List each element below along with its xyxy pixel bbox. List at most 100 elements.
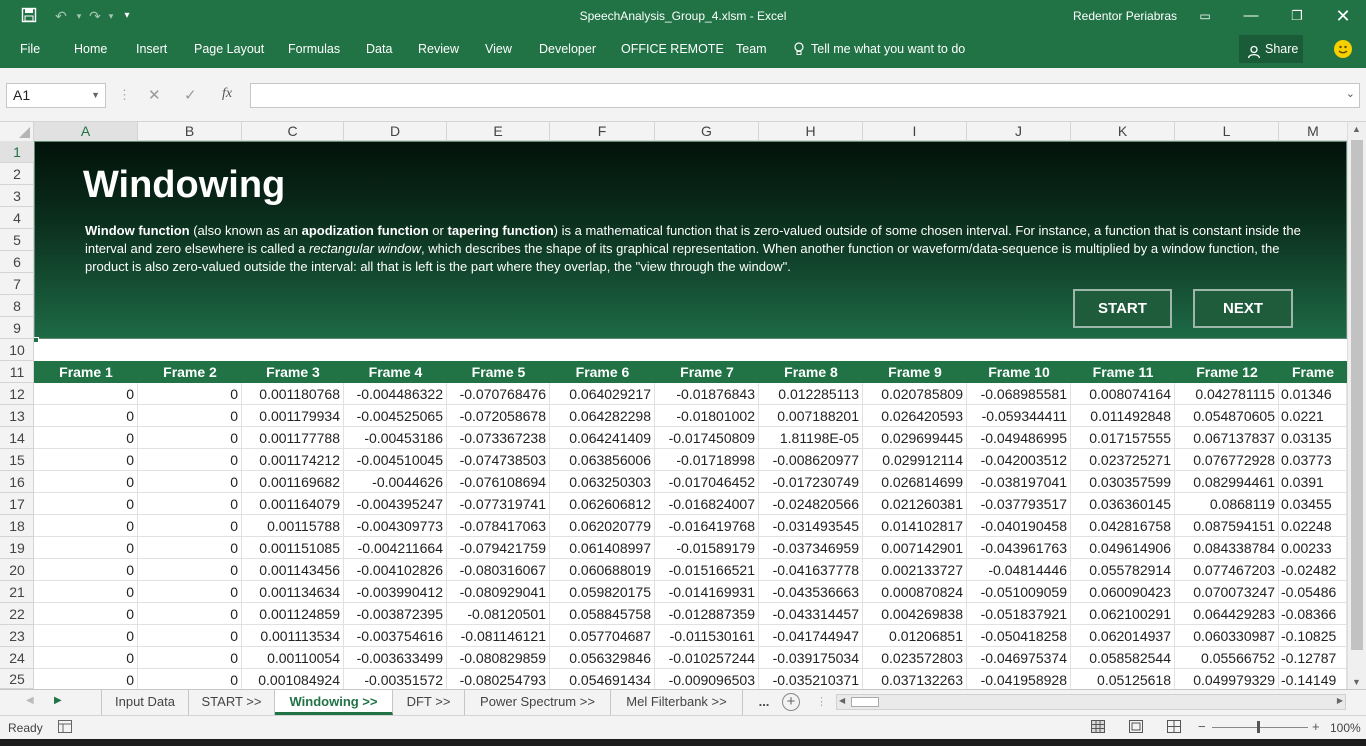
zoom-out-icon[interactable]: − <box>1198 719 1206 734</box>
table-cell[interactable]: 0 <box>138 581 242 603</box>
row-header[interactable]: 4 <box>0 207 34 229</box>
table-cell[interactable]: 0 <box>34 603 138 625</box>
ribbon-display-options-icon[interactable]: ▭ <box>1182 0 1228 32</box>
table-cell[interactable]: 0 <box>34 537 138 559</box>
cancel-icon[interactable]: ✕ <box>148 86 161 104</box>
column-header-l[interactable]: L <box>1175 122 1279 141</box>
scroll-left-icon[interactable]: ◀ <box>839 696 845 705</box>
table-cell[interactable]: 0 <box>34 405 138 427</box>
table-cell[interactable]: -0.051009059 <box>967 581 1071 603</box>
table-cell[interactable]: 0.001151085 <box>242 537 344 559</box>
table-cell[interactable]: 0.007188201 <box>759 405 863 427</box>
row-header[interactable]: 7 <box>0 273 34 295</box>
table-cell[interactable]: 0.087594151 <box>1175 515 1279 537</box>
table-cell[interactable]: -0.038197041 <box>967 471 1071 493</box>
tab-developer[interactable]: Developer <box>539 42 596 56</box>
table-cell[interactable]: -0.0044626 <box>344 471 447 493</box>
table-cell[interactable]: 0.017157555 <box>1071 427 1175 449</box>
sheet-tab-power-spectrum[interactable]: Power Spectrum >> <box>465 690 611 715</box>
zoom-in-icon[interactable]: + <box>1312 719 1320 734</box>
table-cell[interactable]: -0.039175034 <box>759 647 863 669</box>
column-header-h[interactable]: H <box>759 122 863 141</box>
table-cell[interactable]: 0.01206851 <box>863 625 967 647</box>
table-cell[interactable]: 0.042781115 <box>1175 383 1279 405</box>
table-cell[interactable]: -0.074738503 <box>447 449 550 471</box>
table-cell[interactable]: 0.05125618 <box>1071 669 1175 689</box>
tab-splitter-icon[interactable]: ⋮ <box>816 695 827 708</box>
table-cell[interactable]: 0.014102817 <box>863 515 967 537</box>
table-cell[interactable]: -0.010257244 <box>655 647 759 669</box>
add-sheet-icon[interactable]: + <box>782 693 800 711</box>
table-cell[interactable]: 0.001180768 <box>242 383 344 405</box>
horizontal-scroll-thumb[interactable] <box>851 697 879 707</box>
restore-icon[interactable]: ❐ <box>1274 0 1320 32</box>
table-cell[interactable]: 0 <box>138 559 242 581</box>
table-cell[interactable]: -0.12787 <box>1279 647 1347 669</box>
table-cell[interactable]: 0 <box>138 515 242 537</box>
macro-record-icon[interactable] <box>58 720 72 736</box>
table-cell[interactable]: 0 <box>138 427 242 449</box>
table-cell[interactable]: -0.040190458 <box>967 515 1071 537</box>
table-cell[interactable]: 0.067137837 <box>1175 427 1279 449</box>
vertical-scrollbar[interactable]: ▲ ▼ <box>1347 122 1366 689</box>
table-cell[interactable]: 0.01346 <box>1279 383 1347 405</box>
table-cell[interactable]: -0.080254793 <box>447 669 550 689</box>
more-sheets-button[interactable]: ... <box>751 690 777 715</box>
table-cell[interactable]: -0.017450809 <box>655 427 759 449</box>
table-cell[interactable]: 0.070073247 <box>1175 581 1279 603</box>
share-button[interactable]: Share <box>1239 35 1303 63</box>
table-cell[interactable]: 0 <box>34 383 138 405</box>
table-cell[interactable]: -0.079421759 <box>447 537 550 559</box>
row-header[interactable]: 6 <box>0 251 34 273</box>
name-box[interactable]: A1 ▼ <box>6 83 106 108</box>
table-cell[interactable]: 0 <box>138 647 242 669</box>
table-cell[interactable]: -0.080829859 <box>447 647 550 669</box>
table-cell[interactable]: -0.046975374 <box>967 647 1071 669</box>
table-cell[interactable]: 0.05566752 <box>1175 647 1279 669</box>
row-header[interactable]: 23 <box>0 625 34 647</box>
table-cell[interactable]: -0.024820566 <box>759 493 863 515</box>
table-cell[interactable]: -0.01589179 <box>655 537 759 559</box>
table-cell[interactable]: -0.043314457 <box>759 603 863 625</box>
column-header-e[interactable]: E <box>447 122 550 141</box>
table-cell[interactable]: 0.02248 <box>1279 515 1347 537</box>
row-header[interactable]: 8 <box>0 295 34 317</box>
table-cell[interactable]: 0.077467203 <box>1175 559 1279 581</box>
table-cell[interactable]: 0.026814699 <box>863 471 967 493</box>
table-cell[interactable]: 0.076772928 <box>1175 449 1279 471</box>
prev-sheet-icon[interactable]: ◀ <box>26 695 34 706</box>
vertical-scroll-thumb[interactable] <box>1351 140 1363 650</box>
start-button[interactable]: START <box>1073 289 1172 328</box>
row-header[interactable]: 1 <box>0 141 34 163</box>
table-cell[interactable]: 0 <box>138 537 242 559</box>
table-cell[interactable]: 0.042816758 <box>1071 515 1175 537</box>
table-cell[interactable]: 0.058582544 <box>1071 647 1175 669</box>
enter-icon[interactable]: ✓ <box>184 86 197 104</box>
frame-header-cell[interactable]: Frame 9 <box>863 361 967 383</box>
tab-data[interactable]: Data <box>366 42 392 56</box>
table-cell[interactable]: -0.073367238 <box>447 427 550 449</box>
table-cell[interactable]: 0.001084924 <box>242 669 344 689</box>
table-cell[interactable]: 0.020785809 <box>863 383 967 405</box>
table-cell[interactable]: 0 <box>34 581 138 603</box>
table-cell[interactable]: 0 <box>138 471 242 493</box>
tab-view[interactable]: View <box>485 42 512 56</box>
row-header[interactable]: 11 <box>0 361 34 383</box>
table-cell[interactable]: -0.042003512 <box>967 449 1071 471</box>
table-cell[interactable]: -0.004309773 <box>344 515 447 537</box>
table-cell[interactable]: -0.003872395 <box>344 603 447 625</box>
table-cell[interactable]: 0.060090423 <box>1071 581 1175 603</box>
sheet-tab-mel-filterbank[interactable]: Mel Filterbank >> <box>611 690 743 715</box>
table-cell[interactable]: 0.001124859 <box>242 603 344 625</box>
frame-header-cell[interactable]: Frame <box>1279 361 1347 383</box>
table-cell[interactable]: 0.00110054 <box>242 647 344 669</box>
normal-view-icon[interactable] <box>1091 720 1105 736</box>
table-cell[interactable]: -0.043536663 <box>759 581 863 603</box>
table-cell[interactable]: -0.01876843 <box>655 383 759 405</box>
table-cell[interactable]: 0 <box>34 471 138 493</box>
table-cell[interactable]: -0.017230749 <box>759 471 863 493</box>
table-cell[interactable]: 0.062014937 <box>1071 625 1175 647</box>
frame-header-cell[interactable]: Frame 11 <box>1071 361 1175 383</box>
table-cell[interactable]: 0.055782914 <box>1071 559 1175 581</box>
table-cell[interactable]: -0.004395247 <box>344 493 447 515</box>
